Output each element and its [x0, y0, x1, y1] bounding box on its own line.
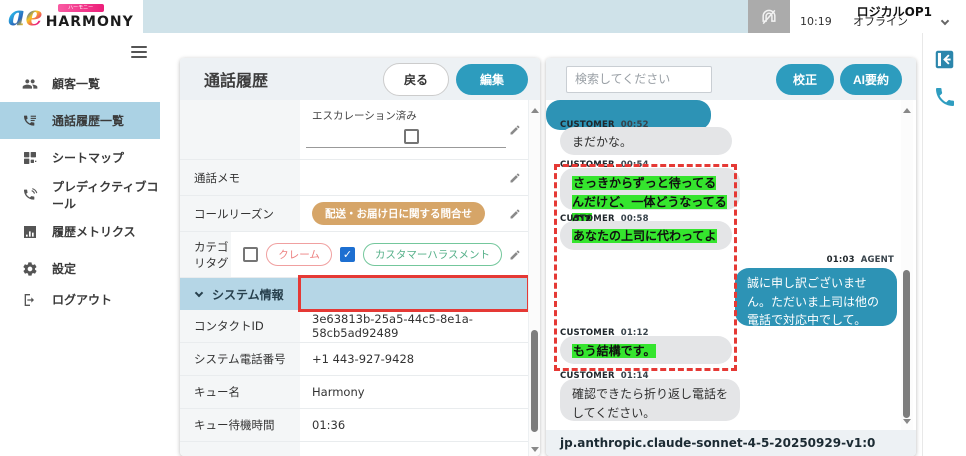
customer-message: まだかな。: [560, 127, 732, 155]
sidebar-item-label: ログアウト: [52, 291, 112, 308]
hamburger-menu-icon[interactable]: [131, 46, 147, 58]
call-detail-body: エスカレーション済み 通話メモ コールリーズン: [180, 100, 540, 456]
field-row-call-reason: コールリーズン 配送・お届け日に関する問合せ: [180, 196, 528, 232]
tag-checkbox-harassment[interactable]: [340, 247, 355, 262]
system-info-section-header[interactable]: システム情報: [180, 278, 528, 310]
transcript-header: 校正 AI要約: [546, 58, 916, 100]
model-id-bar: jp.anthropic.claude-sonnet-4-5-20250929-…: [546, 430, 916, 456]
transcript-panel: 校正 AI要約 CUSTOMER00:52 まだかな。 CUSTOMER00:5…: [546, 58, 916, 456]
model-id: jp.anthropic.claude-sonnet-4-5-20250929-…: [560, 436, 875, 450]
category-label: カテゴリタグ: [180, 232, 231, 277]
sidebar-item-label: プレディクティブコール: [52, 178, 160, 212]
call-detail-header: 通話履歴 戻る 編集: [180, 58, 540, 100]
sidebar-item-call-history[interactable]: 通話履歴一覧: [0, 102, 160, 139]
system-row-phone-number: システム電話番号 +1 443-927-9428: [180, 343, 528, 376]
detail-scrollbar[interactable]: [528, 100, 540, 456]
scrollbar-thumb[interactable]: [531, 330, 538, 432]
escalation-checkbox[interactable]: [404, 129, 419, 144]
escalation-label: エスカレーション済み: [312, 108, 417, 123]
field-row-category-tags: カテゴリタグ クレーム カスタマーハラスメント: [180, 232, 528, 278]
ai-summary-button[interactable]: AI要約: [840, 64, 902, 95]
proofread-button[interactable]: 校正: [776, 64, 834, 95]
phone-wave-icon: [22, 187, 38, 203]
right-icon-strip: [922, 33, 966, 456]
sidebar-item-history-metrics[interactable]: 履歴メトリクス: [0, 213, 160, 250]
system-row-queue-wait-time: キュー待機時間 01:36: [180, 409, 528, 442]
tag-checkbox-claim[interactable]: [243, 247, 258, 262]
sidebar-item-customers[interactable]: 顧客一覧: [0, 65, 160, 102]
field-row-escalation: エスカレーション済み: [180, 100, 528, 160]
customer-message-highlighted: もう結構です。: [560, 336, 732, 364]
phone-call-icon[interactable]: [933, 85, 957, 109]
field-row-partial: [180, 442, 528, 456]
status-dropdown-chevron-icon[interactable]: [941, 17, 949, 25]
sidebar: 顧客一覧 通話履歴一覧 シートマップ プレディクティブコール 履歴メトリクス 設…: [0, 33, 160, 456]
customer-message: 確認できたら折り返し電話をしてください。: [560, 379, 740, 421]
contact-id-value: 3e63813b-25a5-44c5-8e1a-58cb5ad92489: [312, 312, 502, 340]
scroll-up-arrow[interactable]: [903, 108, 911, 113]
mute-status-box[interactable]: [748, 0, 790, 33]
customer-message-highlighted: さっきからずっと待ってるんだけど、一体どうなってるの?: [560, 168, 740, 210]
logo-ribbon: ハーモニー: [58, 4, 104, 12]
gear-icon: [22, 261, 38, 277]
customer-message-highlighted: あなたの上司に代わってよ: [560, 221, 732, 250]
sidebar-item-predictive-call[interactable]: プレディクティブコール: [0, 176, 160, 213]
transcript-body: CUSTOMER00:52 まだかな。 CUSTOMER00:54 さっきからず…: [546, 100, 916, 430]
headset-off-icon: [759, 7, 779, 27]
scroll-down-arrow[interactable]: [531, 447, 539, 452]
edit-pencil-icon[interactable]: [509, 124, 521, 136]
sidebar-item-label: 設定: [52, 260, 76, 277]
back-button[interactable]: 戻る: [383, 63, 449, 96]
sidebar-nav: 顧客一覧 通話履歴一覧 シートマップ プレディクティブコール 履歴メトリクス 設…: [0, 65, 160, 287]
sidebar-item-label: 顧客一覧: [52, 75, 100, 92]
search-input[interactable]: [566, 66, 712, 93]
people-icon: [22, 76, 38, 92]
sidebar-item-seat-map[interactable]: シートマップ: [0, 139, 160, 176]
logo-glyph-icon: ae: [8, 3, 43, 30]
system-row-queue-name: キュー名 Harmony: [180, 376, 528, 409]
system-row-contact-id: コンタクトID 3e63813b-25a5-44c5-8e1a-58cb5ad9…: [180, 310, 528, 343]
tag-pill-harassment: カスタマーハラスメント: [363, 243, 502, 266]
page-title: 通話履歴: [192, 67, 383, 91]
edit-button[interactable]: 編集: [456, 64, 528, 95]
field-underline: [306, 147, 506, 148]
call-reason-label: コールリーズン: [180, 196, 300, 231]
queue-wait-value: 01:36: [312, 418, 345, 432]
system-info-title: システム情報: [212, 286, 284, 303]
sidebar-item-label: 履歴メトリクス: [52, 223, 136, 240]
message-meta: 01:03AGENT: [827, 255, 894, 265]
clock: 10:19: [800, 15, 832, 28]
scroll-up-arrow[interactable]: [531, 108, 539, 113]
queue-name-value: Harmony: [312, 385, 365, 399]
brand-name: HARMONY: [46, 14, 134, 30]
call-reason-badge: 配送・お届け日に関する問合せ: [312, 202, 485, 225]
sidebar-item-label: 通話履歴一覧: [52, 112, 124, 129]
scrollbar-thumb[interactable]: [903, 270, 910, 418]
field-row-memo: 通話メモ: [180, 160, 528, 196]
scroll-down-arrow[interactable]: [903, 419, 911, 424]
agent-message: 誠に申し訳ございません。ただいま上司は他の電話で対応中でして。: [735, 268, 897, 326]
chevron-down-icon: [195, 288, 203, 296]
transcript-scrollbar[interactable]: [901, 100, 913, 430]
user-status: オフライン: [853, 13, 908, 29]
logout-icon: [22, 292, 38, 308]
edit-pencil-icon[interactable]: [509, 208, 521, 220]
tag-pill-claim: クレーム: [266, 243, 332, 266]
sidebar-item-label: シートマップ: [52, 149, 124, 166]
system-phone-value: +1 443-927-9428: [312, 352, 414, 366]
sidebar-item-logout[interactable]: ログアウト: [0, 281, 160, 318]
edit-pencil-icon[interactable]: [509, 249, 521, 261]
user-info: 10:19 ロジカルOP1 オフライン: [790, 0, 966, 33]
app-logo[interactable]: ae ハーモニー HARMONY: [0, 0, 143, 33]
collapse-panel-icon[interactable]: [934, 49, 955, 70]
memo-label: 通話メモ: [180, 160, 300, 195]
edit-pencil-icon[interactable]: [509, 172, 521, 184]
top-bar: ae ハーモニー HARMONY 10:19 ロジカルOP1 オフライン: [0, 0, 966, 33]
call-detail-panel: 通話履歴 戻る 編集 エスカレーション済み 通話メモ: [180, 58, 540, 456]
call-log-icon: [22, 113, 38, 129]
app-root: ae ハーモニー HARMONY 10:19 ロジカルOP1 オフライン 顧客一…: [0, 0, 966, 456]
bar-chart-icon: [22, 224, 38, 240]
grid-icon: [22, 150, 38, 166]
